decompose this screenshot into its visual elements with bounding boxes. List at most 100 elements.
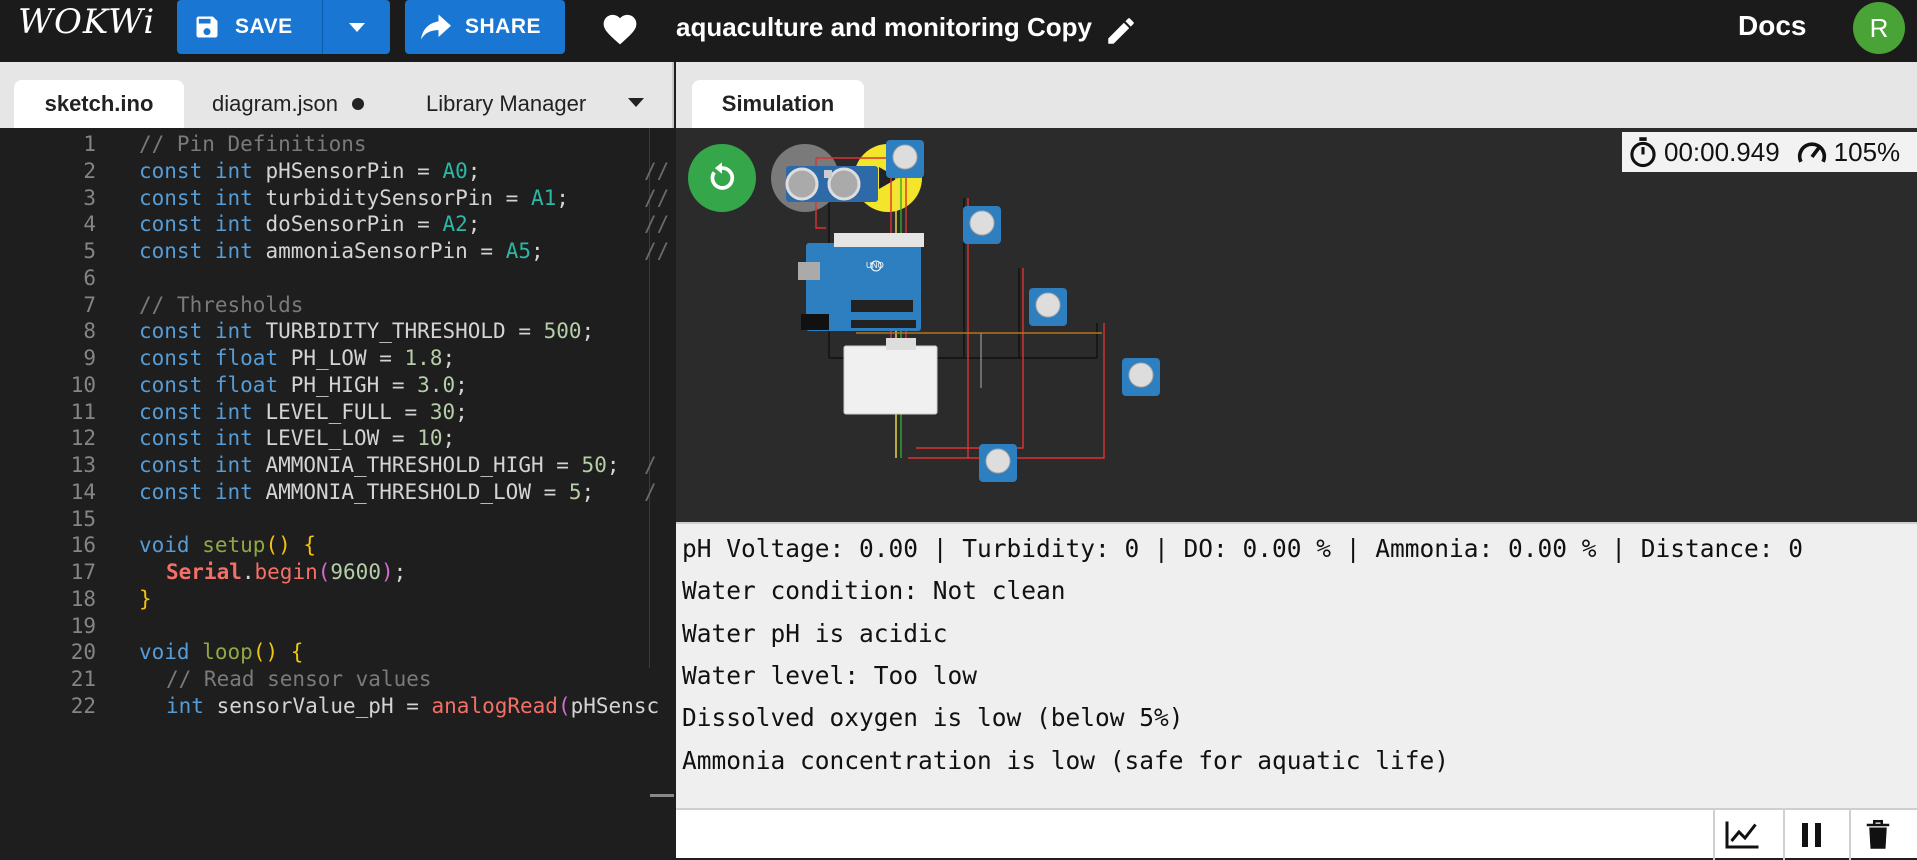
tab-sketch-ino[interactable]: sketch.ino bbox=[14, 80, 184, 128]
heart-icon[interactable] bbox=[600, 10, 640, 46]
save-button-group: SAVE bbox=[177, 0, 390, 54]
tab-simulation[interactable]: Simulation bbox=[692, 80, 864, 128]
simulation-canvas[interactable]: 00:00.949 105% UNO bbox=[676, 128, 1917, 522]
code-editor[interactable]: 1 // Pin Definitions 2 const int pHSensorPi… bbox=[0, 128, 674, 858]
pause-icon bbox=[1802, 823, 1821, 847]
code-comment-overflow: // bbox=[644, 239, 670, 263]
serial-output-line: Dissolved oxygen is low (below 5%) bbox=[682, 703, 1184, 733]
avatar[interactable]: R bbox=[1853, 2, 1905, 54]
code-text: const float PH_HIGH = 3.0; bbox=[139, 372, 468, 397]
code-text: // Read sensor values bbox=[166, 667, 432, 691]
code-text: const float PH_LOW = 1.8; bbox=[139, 346, 456, 370]
code-text: const int AMMONIA_THRESHOLD_LOW = 5; bbox=[139, 479, 595, 504]
code-text: int sensorValue_pH = analogRead(pHSensc bbox=[166, 693, 660, 718]
line-number: 8 bbox=[83, 319, 96, 344]
stop-icon bbox=[795, 168, 815, 188]
code-text: const int ammoniaSensorPin = A5; bbox=[139, 239, 544, 263]
plotter-button[interactable] bbox=[1713, 810, 1769, 860]
clear-button[interactable] bbox=[1849, 810, 1905, 860]
trash-icon bbox=[1866, 820, 1890, 849]
svg-text:UNO: UNO bbox=[866, 261, 884, 270]
code-text: const int turbiditySensorPin = A1; bbox=[139, 185, 569, 210]
play-icon bbox=[879, 167, 898, 189]
line-number: 3 bbox=[83, 185, 96, 210]
code-text: const int LEVEL_FULL = 30; bbox=[139, 399, 468, 424]
line-number: 9 bbox=[83, 346, 96, 370]
line-number: 19 bbox=[70, 613, 96, 638]
code-comment-overflow: // bbox=[644, 158, 670, 183]
line-number: 5 bbox=[83, 239, 96, 263]
save-icon bbox=[196, 16, 218, 38]
share-button[interactable]: SHARE bbox=[405, 0, 565, 54]
serial-output-line: Water level: Too low bbox=[682, 660, 978, 690]
tab-label: sketch.ino bbox=[44, 91, 154, 116]
simulation-timer: 00:00.949 105% bbox=[1622, 132, 1917, 172]
line-number: 13 bbox=[70, 453, 96, 477]
tab-library-manager[interactable]: Library Manager bbox=[426, 80, 626, 128]
tab-label: diagram.json bbox=[212, 91, 338, 116]
wokwi-logo[interactable]: WOKWi bbox=[18, 2, 155, 42]
code-text: Serial.begin(9600); bbox=[166, 560, 407, 584]
simulation-tab-bar: Simulation bbox=[676, 62, 1917, 128]
chart-icon bbox=[1725, 821, 1759, 849]
share-arrow-icon bbox=[421, 14, 451, 40]
line-number: 14 bbox=[70, 479, 96, 504]
line-number: 17 bbox=[70, 560, 96, 584]
line-number: 21 bbox=[70, 667, 96, 691]
arduino-uno: UNO bbox=[798, 233, 924, 331]
serial-output-line: Water condition: Not clean bbox=[682, 576, 1066, 606]
line-number: 18 bbox=[70, 586, 96, 611]
save-options-dropdown[interactable] bbox=[322, 0, 390, 54]
serial-monitor: pH Voltage: 0.00 | Turbidity: 0 | DO: 0.… bbox=[676, 522, 1917, 808]
line-number: 7 bbox=[83, 292, 96, 317]
code-text: // Thresholds bbox=[139, 292, 304, 317]
code-text: const int AMMONIA_THRESHOLD_HIGH = 50; bbox=[139, 453, 620, 477]
code-text: const int LEVEL_LOW = 10; bbox=[139, 426, 456, 451]
play-button[interactable] bbox=[854, 144, 922, 212]
code-line[interactable]: 22 int sensorValue_pH = analogRead(pHSens… bbox=[0, 690, 674, 723]
line-number: 2 bbox=[83, 158, 96, 183]
serial-output-line: pH Voltage: 0.00 | Turbidity: 0 | DO: 0.… bbox=[682, 534, 1804, 563]
docs-link[interactable]: Docs bbox=[1738, 10, 1806, 42]
stopwatch-icon bbox=[1630, 137, 1656, 168]
line-number: 12 bbox=[70, 426, 96, 451]
code-text: const int doSensorPin = A2; bbox=[139, 212, 481, 237]
code-text: void loop() { bbox=[139, 640, 304, 665]
timer-value: 00:00.949 bbox=[1664, 136, 1780, 167]
speed-value: 105% bbox=[1833, 136, 1901, 167]
serial-output-line: Water pH is acidic bbox=[682, 618, 948, 648]
line-number: 10 bbox=[70, 372, 96, 397]
code-text: void setup() { bbox=[139, 533, 317, 558]
stop-button[interactable] bbox=[771, 144, 839, 212]
speedometer-icon bbox=[1797, 142, 1826, 163]
restart-icon bbox=[710, 162, 735, 190]
chevron-down-icon[interactable] bbox=[628, 98, 644, 108]
code-text: const int TURBIDITY_THRESHOLD = 500; bbox=[139, 319, 595, 344]
pause-button[interactable] bbox=[1783, 810, 1839, 860]
top-bar: WOKWi SAVE SHARE aquaculture and monitor… bbox=[0, 0, 1917, 62]
project-title[interactable]: aquaculture and monitoring Copy bbox=[676, 12, 1092, 43]
line-number: 4 bbox=[83, 212, 96, 237]
sensor-modules bbox=[886, 140, 1160, 482]
line-number: 22 bbox=[70, 693, 96, 718]
serial-output-line: Ammonia concentration is low (safe for a… bbox=[682, 745, 1450, 775]
line-number: 6 bbox=[83, 265, 96, 290]
tab-diagram-json[interactable]: diagram.json bbox=[212, 80, 412, 128]
scrollbar-marker[interactable] bbox=[650, 794, 674, 797]
line-number: 15 bbox=[70, 506, 96, 531]
code-comment-overflow: // bbox=[644, 185, 670, 210]
code-text: // Pin Definitions bbox=[139, 132, 367, 156]
save-button[interactable]: SAVE bbox=[177, 0, 322, 54]
restart-button[interactable] bbox=[688, 144, 756, 212]
code-comment-overflow: / bbox=[644, 453, 657, 477]
editor-tab-bar: sketch.ino diagram.json Library Manager bbox=[0, 62, 674, 128]
line-number: 1 bbox=[83, 132, 96, 156]
chevron-down-icon bbox=[348, 23, 365, 32]
save-label: SAVE bbox=[235, 15, 293, 38]
code-comment-overflow: / bbox=[644, 479, 657, 504]
code-text: } bbox=[139, 586, 152, 611]
breadboard bbox=[843, 338, 938, 415]
simulation-speed: 105% bbox=[1796, 136, 1901, 168]
serial-monitor-toolbar bbox=[676, 808, 1917, 860]
pencil-icon[interactable] bbox=[1104, 14, 1138, 48]
